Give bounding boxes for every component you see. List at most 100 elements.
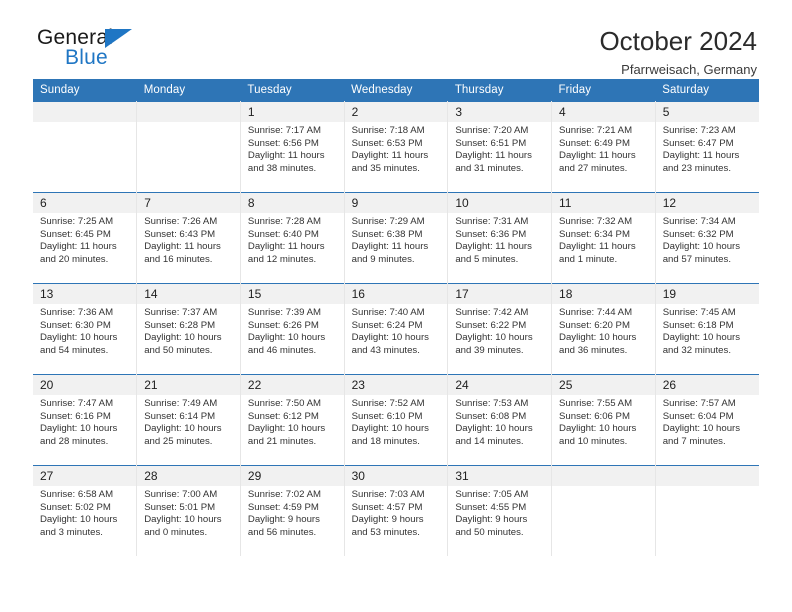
calendar-day-cell[interactable]: 15 Sunrise: 7:39 AM Sunset: 6:26 PM Dayligh… (240, 283, 345, 375)
location-subtitle: Pfarrweisach, Germany (621, 62, 757, 77)
daylight-duration-line1: Daylight: 10 hours (247, 332, 326, 344)
calendar-day-cell[interactable]: 9 Sunrise: 7:29 AM Sunset: 6:38 PM Daylight… (344, 192, 449, 284)
sunrise-sunset-calendar: Sunday Monday Tuesday Wednesday Thursday Frid… (33, 79, 759, 556)
daylight-duration-line2: and 57 minutes. (662, 253, 731, 265)
sunrise-time: Sunrise: 7:40 AM (351, 307, 425, 318)
calendar-day-cell[interactable]: 5 Sunrise: 7:23 AM Sunset: 6:47 PM Daylight… (655, 101, 759, 193)
daylight-duration-line1: Daylight: 11 hours (351, 150, 429, 162)
daylight-duration-line2: and 18 minutes. (351, 435, 420, 447)
day-sun-info: Sunrise: 7:47 AM Sunset: 6:16 PM Daylight:… (33, 395, 136, 448)
daylight-duration-line1: Daylight: 10 hours (662, 241, 741, 253)
calendar-day-cell[interactable]: 24 Sunrise: 7:53 AM Sunset: 6:08 PM Dayligh… (447, 374, 553, 466)
daylight-duration-line2: and 10 minutes. (559, 435, 628, 447)
logo-text-blue: Blue (65, 46, 108, 69)
calendar-day-cell[interactable]: 14 Sunrise: 7:37 AM Sunset: 6:28 PM Dayligh… (136, 283, 241, 375)
calendar-day-cell[interactable]: 3 Sunrise: 7:20 AM Sunset: 6:51 PM Daylight… (447, 101, 553, 193)
day-number: 15 (240, 284, 344, 304)
day-sun-info: Sunrise: 7:57 AM Sunset: 6:04 PM Daylight:… (656, 395, 759, 448)
calendar-day-cell[interactable]: 26 Sunrise: 7:57 AM Sunset: 6:04 PM Dayligh… (655, 374, 759, 466)
sunset-time: Sunset: 6:22 PM (455, 319, 527, 331)
sunrise-time: Sunrise: 7:00 AM (144, 489, 218, 500)
calendar-day-cell[interactable]: 21 Sunrise: 7:49 AM Sunset: 6:14 PM Dayligh… (136, 374, 241, 466)
calendar-day-cell[interactable]: 30 Sunrise: 7:03 AM Sunset: 4:57 PM Dayligh… (344, 465, 449, 556)
page-title: October 2024 (599, 26, 757, 56)
calendar-day-cell[interactable]: 16 Sunrise: 7:40 AM Sunset: 6:24 PM Dayligh… (344, 283, 449, 375)
daylight-duration-line2: and 9 minutes. (351, 253, 415, 265)
sunrise-time: Sunrise: 7:17 AM (247, 125, 321, 136)
calendar-day-cell[interactable]: 25 Sunrise: 7:55 AM Sunset: 6:06 PM Dayligh… (551, 374, 656, 466)
calendar-page: General Blue October 2024 Pfarrweisach, … (0, 0, 792, 612)
calendar-day-cell[interactable]: 11 Sunrise: 7:32 AM Sunset: 6:34 PM Dayligh… (551, 192, 656, 284)
sunrise-time: Sunrise: 7:37 AM (144, 307, 218, 318)
calendar-day-cell[interactable]: 27 Sunrise: 6:58 AM Sunset: 5:02 PM Dayligh… (33, 465, 138, 556)
daylight-duration-line2: and 56 minutes. (247, 526, 317, 538)
daylight-duration-line1: Daylight: 10 hours (40, 514, 118, 526)
calendar-day-cell[interactable]: 13 Sunrise: 7:36 AM Sunset: 6:30 PM Dayligh… (33, 283, 138, 375)
daylight-duration-line1: Daylight: 11 hours (559, 241, 636, 253)
day-number: 16 (344, 284, 448, 304)
sunrise-time: Sunrise: 7:31 AM (455, 216, 529, 227)
calendar-day-cell[interactable]: 20 Sunrise: 7:47 AM Sunset: 6:16 PM Dayligh… (33, 374, 138, 466)
day-sun-info: Sunrise: 7:02 AM Sunset: 4:59 PM Daylight:… (241, 486, 344, 539)
daylight-duration-line1: Daylight: 9 hours (247, 514, 320, 526)
calendar-day-cell[interactable]: 23 Sunrise: 7:52 AM Sunset: 6:10 PM Dayligh… (344, 374, 449, 466)
daylight-duration-line2: and 38 minutes. (247, 162, 317, 174)
day-number: 1 (240, 102, 344, 122)
calendar-day-cell[interactable]: 4 Sunrise: 7:21 AM Sunset: 6:49 PM Daylight… (551, 101, 656, 193)
daylight-duration-line1: Daylight: 10 hours (247, 423, 326, 435)
day-number: 12 (655, 193, 759, 213)
day-number: 4 (552, 102, 655, 122)
calendar-day-cell[interactable]: 22 Sunrise: 7:50 AM Sunset: 6:12 PM Dayligh… (240, 374, 345, 466)
sunrise-time: Sunrise: 7:26 AM (144, 216, 218, 227)
calendar-day-cell[interactable]: 17 Sunrise: 7:42 AM Sunset: 6:22 PM Dayligh… (447, 283, 553, 375)
calendar-week-row: 1 Sunrise: 7:17 AM Sunset: 6:56 PM Daylight… (33, 101, 759, 193)
weekday-header-sunday: Sunday (33, 79, 137, 102)
calendar-day-cell[interactable]: 31 Sunrise: 7:05 AM Sunset: 4:55 PM Dayligh… (447, 465, 553, 556)
sunset-time: Sunset: 4:57 PM (351, 501, 423, 513)
daylight-duration-line1: Daylight: 10 hours (351, 423, 429, 435)
daylight-duration-line1: Daylight: 10 hours (40, 423, 118, 435)
calendar-day-cell[interactable]: 10 Sunrise: 7:31 AM Sunset: 6:36 PM Dayligh… (447, 192, 553, 284)
generalblue-logo: General Blue (33, 26, 223, 74)
daylight-duration-line1: Daylight: 11 hours (559, 150, 636, 162)
daylight-duration-line2: and 27 minutes. (559, 162, 628, 174)
daylight-duration-line1: Daylight: 9 hours (455, 514, 528, 526)
calendar-week-row: 27 Sunrise: 6:58 AM Sunset: 5:02 PM Dayligh… (33, 465, 759, 556)
calendar-week-row: 6 Sunrise: 7:25 AM Sunset: 6:45 PM Daylight… (33, 192, 759, 284)
day-number (33, 102, 137, 122)
sunset-time: Sunset: 4:55 PM (455, 501, 527, 513)
daylight-duration-line2: and 16 minutes. (144, 253, 213, 265)
day-sun-info: Sunrise: 7:21 AM Sunset: 6:49 PM Daylight:… (552, 122, 655, 175)
sunset-time: Sunset: 4:59 PM (247, 501, 319, 513)
sunset-time: Sunset: 6:10 PM (351, 410, 423, 422)
sunset-time: Sunset: 5:02 PM (40, 501, 111, 513)
sunset-time: Sunset: 6:30 PM (40, 319, 111, 331)
day-number: 2 (344, 102, 448, 122)
calendar-day-cell[interactable]: 2 Sunrise: 7:18 AM Sunset: 6:53 PM Daylight… (344, 101, 449, 193)
daylight-duration-line1: Daylight: 10 hours (455, 332, 533, 344)
calendar-day-cell[interactable]: 18 Sunrise: 7:44 AM Sunset: 6:20 PM Dayligh… (551, 283, 656, 375)
calendar-day-cell[interactable]: 28 Sunrise: 7:00 AM Sunset: 5:01 PM Dayligh… (136, 465, 241, 556)
day-number: 7 (137, 193, 240, 213)
day-number: 18 (552, 284, 655, 304)
daylight-duration-line1: Daylight: 11 hours (247, 150, 325, 162)
day-number: 29 (240, 466, 344, 486)
day-sun-info: Sunrise: 7:03 AM Sunset: 4:57 PM Daylight:… (345, 486, 448, 539)
day-number: 9 (344, 193, 448, 213)
calendar-day-cell[interactable]: 1 Sunrise: 7:17 AM Sunset: 6:56 PM Daylight… (240, 101, 345, 193)
calendar-day-cell[interactable]: 7 Sunrise: 7:26 AM Sunset: 6:43 PM Daylight… (136, 192, 241, 284)
daylight-duration-line1: Daylight: 11 hours (144, 241, 221, 253)
day-sun-info: Sunrise: 7:34 AM Sunset: 6:32 PM Daylight:… (656, 213, 759, 266)
day-sun-info: Sunrise: 7:17 AM Sunset: 6:56 PM Daylight:… (241, 122, 344, 175)
calendar-day-cell[interactable]: 8 Sunrise: 7:28 AM Sunset: 6:40 PM Daylight… (240, 192, 345, 284)
day-sun-info: Sunrise: 7:26 AM Sunset: 6:43 PM Daylight:… (137, 213, 240, 266)
weekday-header-wednesday: Wednesday (344, 79, 448, 102)
calendar-day-cell[interactable]: 29 Sunrise: 7:02 AM Sunset: 4:59 PM Dayligh… (240, 465, 345, 556)
calendar-week-row: 20 Sunrise: 7:47 AM Sunset: 6:16 PM Dayligh… (33, 374, 759, 466)
daylight-duration-line2: and 1 minute. (559, 253, 618, 265)
calendar-day-cell[interactable]: 6 Sunrise: 7:25 AM Sunset: 6:45 PM Daylight… (33, 192, 138, 284)
calendar-day-cell-empty (33, 101, 138, 193)
daylight-duration-line2: and 53 minutes. (351, 526, 420, 538)
calendar-day-cell[interactable]: 12 Sunrise: 7:34 AM Sunset: 6:32 PM Dayligh… (655, 192, 759, 284)
calendar-day-cell[interactable]: 19 Sunrise: 7:45 AM Sunset: 6:18 PM Dayligh… (655, 283, 759, 375)
